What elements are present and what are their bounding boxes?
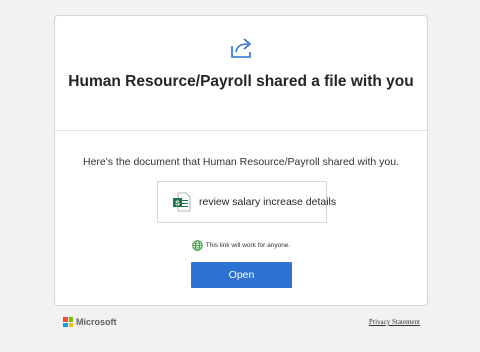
privacy-statement-link[interactable]: Privacy Statement xyxy=(369,318,420,326)
excel-file-icon: S xyxy=(173,192,191,212)
open-button[interactable]: Open xyxy=(191,262,292,288)
svg-text:S: S xyxy=(175,200,180,207)
globe-icon xyxy=(191,240,203,251)
share-icon xyxy=(231,38,251,58)
card-header: Human Resource/Payroll shared a file wit… xyxy=(55,16,427,131)
microsoft-wordmark: Microsoft xyxy=(76,317,117,327)
intro-text: Here's the document that Human Resource/… xyxy=(83,156,399,168)
file-name: review salary increase details xyxy=(199,196,337,208)
share-card: Human Resource/Payroll shared a file wit… xyxy=(54,15,428,306)
page-title: Human Resource/Payroll shared a file wit… xyxy=(68,73,414,90)
link-note: This link will work for anyone. xyxy=(55,240,427,251)
microsoft-logo-icon xyxy=(63,317,73,327)
file-link[interactable]: S review salary increase details xyxy=(157,181,336,223)
microsoft-logo: Microsoft xyxy=(63,317,117,327)
link-note-text: This link will work for anyone. xyxy=(205,242,291,249)
